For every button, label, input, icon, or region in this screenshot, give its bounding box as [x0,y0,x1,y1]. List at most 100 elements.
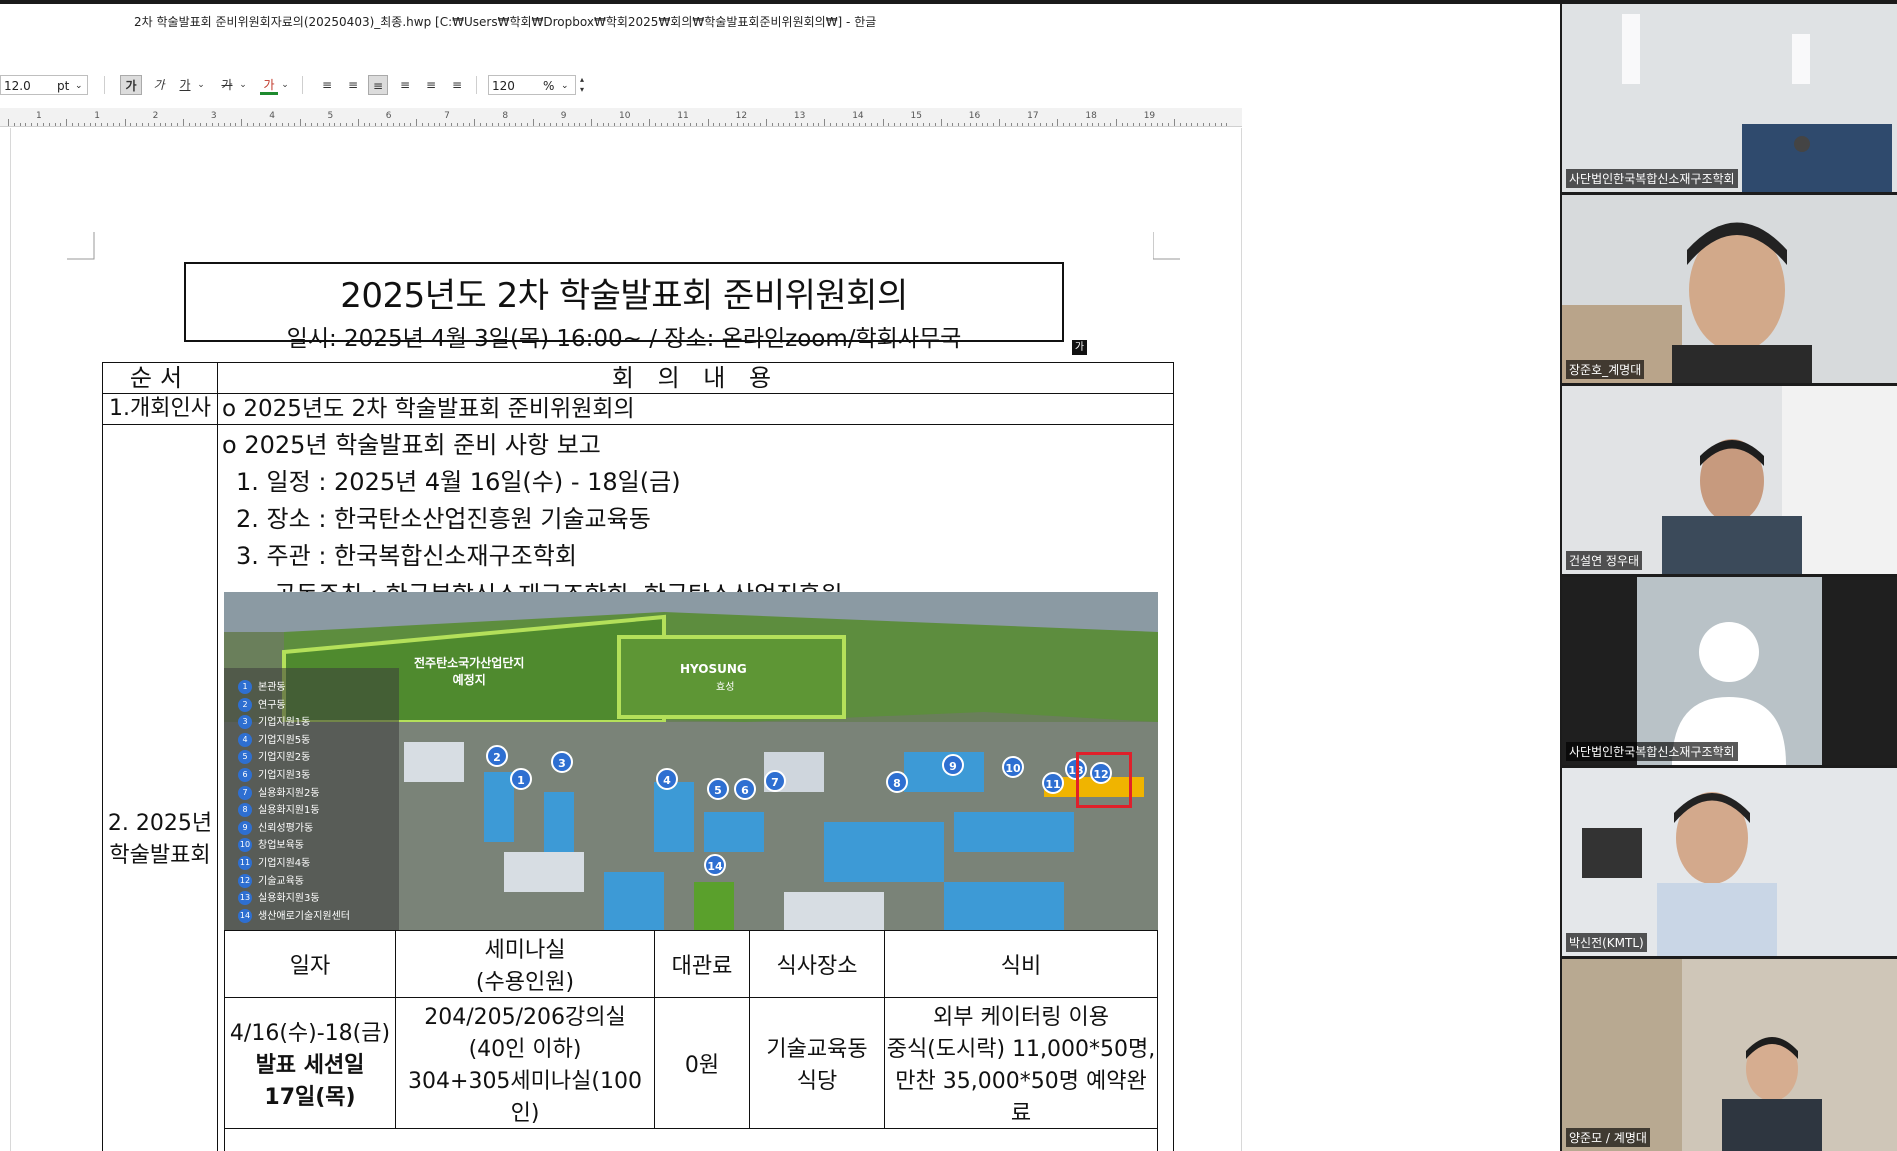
legend-label: 신뢰성평가동 [258,822,314,834]
zoom-box[interactable]: 120 % ⌄ [488,75,576,95]
hwp-window: 2차 학술발표회 준비위원회자료의(20250403)_최종.hwp [C:₩U… [0,4,1560,1151]
ruler-tick [282,123,283,126]
ruler-tick [381,123,383,126]
vt-room-line3: 304+305세미나실(100인) [408,1069,642,1126]
participant-tile-6[interactable]: 양준모 / 계명대 [1562,959,1897,1151]
ruler-tick [760,123,762,126]
map-pin-10: 10 [1002,756,1024,778]
legend-item: 2 연구동 [238,696,286,712]
margin-marker-right [1153,232,1180,260]
avatar-placeholder-icon [1637,577,1822,765]
ruler-tick [678,123,680,126]
legend-label: 본관동 [258,682,286,693]
ruler-tick [293,123,295,126]
vt-fee: 0원 [654,997,750,1129]
ruler-tick [456,123,458,126]
participant-tile-3[interactable]: 건설연 정우태 [1562,386,1897,574]
vt-date-line1: 4/16(수)-18(금) [229,1021,391,1046]
ruler-tick [777,123,779,126]
ruler-label: 16 [968,111,981,121]
strike-button[interactable]: 가 [218,75,236,95]
col-header-content: 회 의 내 용 [217,362,1174,394]
ruler-tick [217,123,219,126]
font-size-box[interactable]: 12.0 pt ⌄ [0,75,88,95]
ruler-tick [130,123,132,126]
align-justify-icon[interactable]: ≡ [318,75,336,95]
font-color-button[interactable]: 가 [260,75,278,95]
vt-header-room-line2: (수용인원) [475,970,575,995]
zoom-value: 120 [492,79,515,93]
ruler-tick [771,123,773,126]
ruler-tick [655,123,657,126]
chevron-down-icon[interactable]: ⌄ [196,75,206,95]
ruler-tick [392,123,394,126]
ruler-tick [1028,123,1030,126]
vt-room-line2: (40인 이하) [468,1037,582,1062]
row2-label: 2. 2025년 학술발표회 [102,424,218,1151]
legend-item: 4 기업지원5동 [238,731,310,747]
ruler-tick [625,123,627,126]
chevron-down-icon[interactable]: ⌄ [75,76,83,96]
chevron-down-icon[interactable]: ⌄ [561,76,569,96]
row2-label-line2: 학술발표회 [109,843,211,868]
ruler-label: 1 [36,111,42,121]
ruler-tick [620,123,622,126]
legend-item: 7 실용화지원2동 [238,784,320,800]
align-right-icon[interactable]: ≡ [396,75,414,95]
ruler-tick [812,123,814,126]
participant-tile-2[interactable]: 장준호_계명대 [1562,195,1897,383]
vt-meal-cost: 외부 케이터링 이용 중식(도시락) 11,000*50명, 만찬 35,000… [884,997,1158,1129]
align-center-icon[interactable]: ≡ [368,75,388,95]
horizontal-ruler[interactable]: 1 1 2 3 4 5 6 7 8 9 10 11 12 13 14 15 16 17 18 19 [0,108,1242,127]
legend-number: 13 [238,891,252,906]
map-pin-9: 9 [942,754,964,776]
legend-label: 생산애로기술지원센터 [258,910,350,922]
ruler-tick [112,123,114,126]
ruler-label: 2 [152,111,159,121]
report-heading: o 2025년 학술발표회 준비 사항 보고 [222,431,601,459]
ruler-tick [1022,123,1024,126]
ruler-tick [1051,123,1053,126]
page-margin-area [1242,104,1560,1151]
ruler-tick [433,123,435,126]
zoom-stepper[interactable]: ▴ ▾ [576,75,588,95]
ruler-tick [1016,123,1018,126]
vt-meal-line1: 기술교육동 [766,1037,868,1062]
legend-label: 실용화지원1동 [258,805,320,817]
ruler-tick [917,123,919,126]
ruler-label: 6 [385,111,392,121]
chevron-down-icon[interactable]: ⌄ [280,75,290,95]
ruler-tick [911,123,913,126]
participant-tile-5[interactable]: 박신전(KMTL) [1562,768,1897,956]
ruler-tick [1150,123,1152,126]
ruler-tick [13,123,15,126]
underline-button[interactable]: 가 [176,75,194,95]
vt-header-meal-cost: 식비 [884,930,1158,998]
campus-map-image[interactable]: 전주탄소국가산업단지 예정지 HYOSUNG 효성 1 본관동 2 연구동 3 기업지원1… [224,592,1158,930]
font-size-value: 12.0 [4,79,31,93]
italic-button[interactable]: 가 [150,75,168,95]
ruler-tick [748,123,750,126]
ruler-tick [765,119,767,126]
participant-tile-4[interactable]: 사단법인한국복합신소재구조학회 [1562,577,1897,765]
ruler-tick [462,123,464,126]
hyosung-logo: HYOSUNG [680,662,747,676]
format-badge[interactable]: 가 [1072,340,1087,355]
align-left-icon[interactable]: ≡ [344,75,362,95]
ruler-tick [311,123,313,126]
participant-tile-1[interactable]: 사단법인한국복합신소재구조학회 [1562,4,1897,192]
ruler-tick [1109,123,1111,126]
ruler-tick [515,123,517,126]
ruler-tick [165,123,167,126]
ruler-tick [83,123,85,126]
ruler-tick [95,123,97,126]
split-align-icon[interactable]: ≡ [448,75,466,95]
participant-video [1562,959,1897,1151]
bold-button[interactable]: 가 [120,75,142,95]
ruler-tick [987,123,989,126]
ruler-tick [556,123,558,126]
map-pin-8: 8 [886,771,908,793]
distribute-icon[interactable]: ≡ [422,75,440,95]
chevron-down-icon[interactable]: ⌄ [238,75,248,95]
ruler-tick [865,123,866,126]
